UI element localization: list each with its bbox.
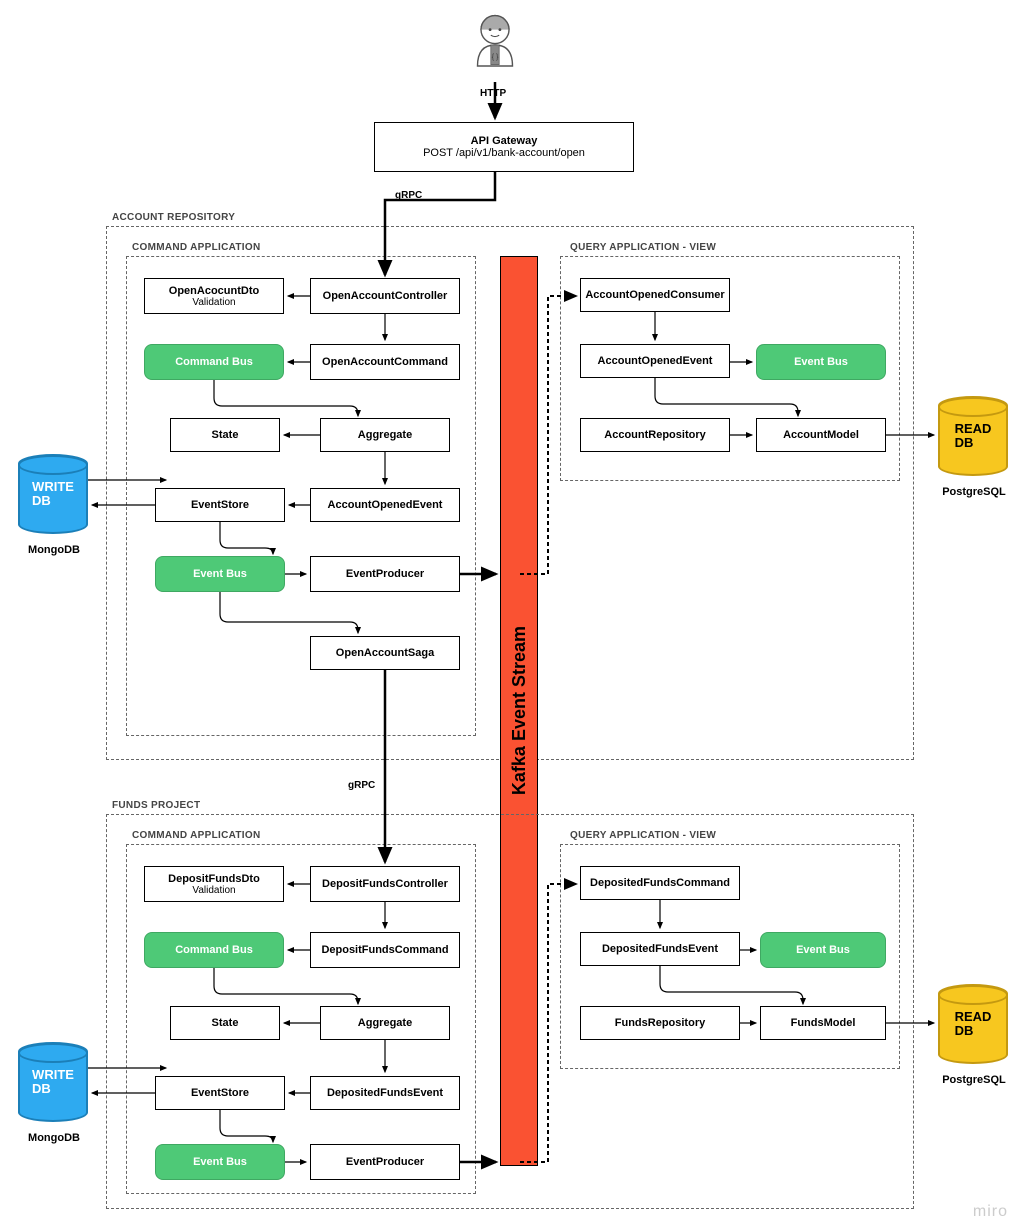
postgresql-label-1: PostgreSQL	[934, 486, 1014, 498]
postgresql-label-2: PostgreSQL	[934, 1074, 1014, 1086]
write-db-2: WRITEDB	[18, 1042, 88, 1122]
command-bus-1: Command Bus	[144, 344, 284, 380]
aggregate-2-box: Aggregate	[320, 1006, 450, 1040]
event-producer-1-box: EventProducer	[310, 556, 460, 592]
event-bus-qry-2: Event Bus	[760, 932, 886, 968]
event-producer-2-box: EventProducer	[310, 1144, 460, 1180]
svg-text:{ }: { }	[492, 54, 499, 61]
account-opened-consumer-box: AccountOpenedConsumer	[580, 278, 730, 312]
event-bus-qry-1: Event Bus	[756, 344, 886, 380]
event-store-1-box: EventStore	[155, 488, 285, 522]
funds-project-label: FUNDS PROJECT	[112, 800, 200, 811]
http-label: HTTP	[480, 88, 506, 99]
api-gateway-box: API Gateway POST /api/v1/bank-account/op…	[374, 122, 634, 172]
command-bus-2: Command Bus	[144, 932, 284, 968]
command-app-2-label: COMMAND APPLICATION	[132, 830, 260, 841]
query-app-2-label: QUERY APPLICATION - VIEW	[570, 830, 716, 841]
deposit-funds-command-box: DepositFundsCommand	[310, 932, 460, 968]
funds-repository-box: FundsRepository	[580, 1006, 740, 1040]
event-bus-cmd-1: Event Bus	[155, 556, 285, 592]
read-db-1: READDB	[938, 396, 1008, 476]
user-icon: { }	[460, 10, 530, 80]
account-model-box: AccountModel	[756, 418, 886, 452]
account-opened-event-cmd-box: AccountOpenedEvent	[310, 488, 460, 522]
deposited-funds-command-box: DepositedFundsCommand	[580, 866, 740, 900]
kafka-label: Kafka Event Stream	[509, 626, 530, 795]
deposit-funds-dto-validation: Validation	[192, 885, 235, 896]
miro-watermark: miro	[973, 1203, 1008, 1221]
open-account-dto-box: OpenAcocuntDto Validation	[144, 278, 284, 314]
open-account-dto-validation: Validation	[192, 297, 235, 308]
grpc-label-1: gRPC	[395, 190, 422, 201]
read-db-2: READDB	[938, 984, 1008, 1064]
funds-model-box: FundsModel	[760, 1006, 886, 1040]
account-repo-label: ACCOUNT REPOSITORY	[112, 212, 235, 223]
event-bus-cmd-2: Event Bus	[155, 1144, 285, 1180]
state-2-box: State	[170, 1006, 280, 1040]
write-db-1: WRITEDB	[18, 454, 88, 534]
deposit-funds-dto: DepositFundsDto	[168, 873, 260, 885]
grpc-label-2: gRPC	[348, 780, 375, 791]
account-opened-event-qry-box: AccountOpenedEvent	[580, 344, 730, 378]
event-store-2-box: EventStore	[155, 1076, 285, 1110]
api-gateway-subtitle: POST /api/v1/bank-account/open	[423, 147, 585, 159]
deposit-funds-dto-box: DepositFundsDto Validation	[144, 866, 284, 902]
open-account-controller-box: OpenAccountController	[310, 278, 460, 314]
query-app-1-label: QUERY APPLICATION - VIEW	[570, 242, 716, 253]
open-account-dto: OpenAcocuntDto	[169, 285, 259, 297]
deposited-funds-event-qry-box: DepositedFundsEvent	[580, 932, 740, 966]
command-app-1-label: COMMAND APPLICATION	[132, 242, 260, 253]
account-repository-box: AccountRepository	[580, 418, 730, 452]
deposit-funds-controller-box: DepositFundsController	[310, 866, 460, 902]
open-account-saga-box: OpenAccountSaga	[310, 636, 460, 670]
api-gateway-title: API Gateway	[471, 135, 538, 147]
mongodb-label-1: MongoDB	[14, 544, 94, 556]
aggregate-1-box: Aggregate	[320, 418, 450, 452]
open-account-command-box: OpenAccountCommand	[310, 344, 460, 380]
state-1-box: State	[170, 418, 280, 452]
mongodb-label-2: MongoDB	[14, 1132, 94, 1144]
deposited-funds-event-cmd-box: DepositedFundsEvent	[310, 1076, 460, 1110]
